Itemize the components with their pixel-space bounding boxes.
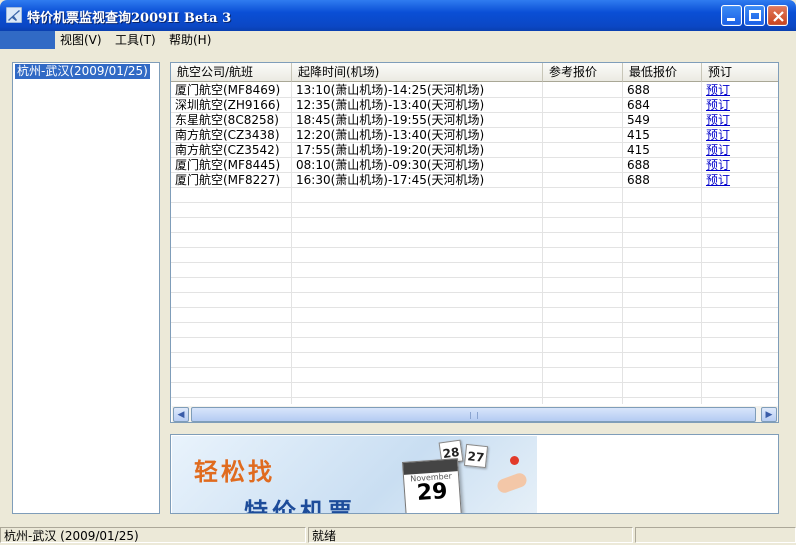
- column-header-book[interactable]: 预订: [702, 63, 778, 82]
- ad-slogan-line2: 特价机票: [244, 497, 356, 514]
- cell-time: 08:10(萧山机场)-09:30(天河机场): [296, 158, 485, 172]
- menu-bar: 视图(V) 工具(T) 帮助(H): [0, 31, 796, 49]
- tree-item-route[interactable]: 杭州-武汉(2009/01/25): [15, 64, 150, 79]
- book-link[interactable]: 预订: [702, 83, 778, 98]
- table-row[interactable]: 东星航空(8C8258) 18:45(萧山机场)-19:55(天河机场) 549 预订: [171, 113, 778, 128]
- cell-time: 17:55(萧山机场)-19:20(天河机场): [296, 143, 485, 157]
- status-extra: [635, 527, 796, 543]
- table-row[interactable]: 厦门航空(MF8445) 08:10(萧山机场)-09:30(天河机场) 688 预订: [171, 158, 778, 173]
- cell-ref-price: [543, 173, 623, 188]
- menu-tools[interactable]: 工具(T): [115, 32, 156, 48]
- cell-airline: 厦门航空(MF8445): [175, 158, 281, 172]
- grid-row-divider: [171, 232, 778, 233]
- grid-row-divider: [171, 277, 778, 278]
- column-header-time[interactable]: 起降时间(机场): [292, 63, 543, 82]
- title-bar[interactable]: 特价机票监视查询2009II Beta 3: [0, 0, 796, 31]
- cell-ref-price: [543, 113, 623, 128]
- grid-row-divider: [171, 202, 778, 203]
- book-link[interactable]: 预订: [702, 158, 778, 173]
- ad-slogan-line1: 轻松找: [194, 457, 275, 486]
- cell-airline: 厦门航空(MF8469): [175, 83, 281, 97]
- scroll-thumb[interactable]: [191, 407, 756, 422]
- close-icon: [773, 11, 784, 22]
- menu-view[interactable]: 视图(V): [60, 32, 102, 48]
- maximize-button[interactable]: [744, 5, 765, 26]
- cell-lowest-price: 688: [627, 83, 650, 97]
- status-state: 就绪: [308, 527, 633, 543]
- close-button[interactable]: [767, 5, 788, 26]
- status-route: 杭州-武汉 (2009/01/25): [0, 527, 306, 543]
- grid-row-divider: [171, 337, 778, 338]
- cell-time: 16:30(萧山机场)-17:45(天河机场): [296, 173, 485, 187]
- grid-row-divider: [171, 307, 778, 308]
- cell-lowest-price: 415: [627, 143, 650, 157]
- chevron-left-icon: ◀: [177, 410, 185, 420]
- column-header-lowest-price[interactable]: 最低报价: [623, 63, 702, 82]
- cell-airline: 深圳航空(ZH9166): [175, 98, 281, 112]
- cell-ref-price: [543, 158, 623, 173]
- book-link[interactable]: 预订: [702, 113, 778, 128]
- status-bar: 杭州-武汉 (2009/01/25) 就绪: [0, 524, 796, 545]
- minimize-button[interactable]: [721, 5, 742, 26]
- calendar-day: 29: [416, 478, 449, 507]
- menu-help[interactable]: 帮助(H): [169, 32, 211, 48]
- scroll-left-button[interactable]: ◀: [173, 407, 189, 422]
- horizontal-scrollbar[interactable]: ◀ ▶: [172, 405, 778, 422]
- grid-row-divider: [171, 352, 778, 353]
- grid-row-divider: [171, 382, 778, 383]
- flight-grid[interactable]: 航空公司/航班 起降时间(机场) 参考报价 最低报价 预订 厦门航空(MF846…: [170, 62, 779, 423]
- table-row[interactable]: 厦门航空(MF8469) 13:10(萧山机场)-14:25(天河机场) 688 预订: [171, 83, 778, 98]
- grid-row-divider: [171, 217, 778, 218]
- table-row[interactable]: 厦门航空(MF8227) 16:30(萧山机场)-17:45(天河机场) 688 预订: [171, 173, 778, 188]
- cell-lowest-price: 549: [627, 113, 650, 127]
- table-row[interactable]: 南方航空(CZ3438) 12:20(萧山机场)-13:40(天河机场) 415 预订: [171, 128, 778, 143]
- cell-lowest-price: 684: [627, 98, 650, 112]
- cell-airline: 东星航空(8C8258): [175, 113, 279, 127]
- airplane-app-icon: [6, 7, 22, 23]
- book-link[interactable]: 预订: [702, 98, 778, 113]
- column-header-airline[interactable]: 航空公司/航班: [171, 63, 292, 82]
- cell-ref-price: [543, 83, 623, 98]
- cell-time: 13:10(萧山机场)-14:25(天河机场): [296, 83, 485, 97]
- calendar-icon: November 29: [401, 458, 463, 513]
- cell-lowest-price: 688: [627, 173, 650, 187]
- book-link[interactable]: 预订: [702, 173, 778, 188]
- window-title: 特价机票监视查询2009II Beta 3: [27, 11, 232, 26]
- cell-time: 12:20(萧山机场)-13:40(天河机场): [296, 128, 485, 142]
- grid-row-divider: [171, 292, 778, 293]
- cell-ref-price: [543, 128, 623, 143]
- cell-airline: 南方航空(CZ3438): [175, 128, 280, 142]
- grid-row-divider: [171, 322, 778, 323]
- cell-airline: 南方航空(CZ3542): [175, 143, 280, 157]
- calendar-page-small: 27: [463, 443, 489, 469]
- column-header-ref-price[interactable]: 参考报价: [543, 63, 623, 82]
- chevron-right-icon: ▶: [765, 410, 773, 420]
- menu-highlight[interactable]: [0, 31, 55, 49]
- grid-row-divider: [171, 247, 778, 248]
- book-link[interactable]: 预订: [702, 128, 778, 143]
- cell-time: 18:45(萧山机场)-19:55(天河机场): [296, 113, 485, 127]
- ad-panel: 轻松找 特价机票 28 27 November 29: [170, 434, 779, 514]
- cell-time: 12:35(萧山机场)-13:40(天河机场): [296, 98, 485, 112]
- table-row[interactable]: 深圳航空(ZH9166) 12:35(萧山机场)-13:40(天河机场) 684 预订: [171, 98, 778, 113]
- book-link[interactable]: 预订: [702, 143, 778, 158]
- pin-icon: [510, 456, 519, 465]
- route-tree[interactable]: 杭州-武汉(2009/01/25): [12, 62, 160, 514]
- maximize-icon: [749, 10, 761, 21]
- grid-row-divider: [171, 397, 778, 398]
- cell-ref-price: [543, 98, 623, 113]
- grid-row-divider: [171, 262, 778, 263]
- minimize-icon: [727, 18, 735, 21]
- cell-lowest-price: 688: [627, 158, 650, 172]
- cell-airline: 厦门航空(MF8227): [175, 173, 281, 187]
- table-row[interactable]: 南方航空(CZ3542) 17:55(萧山机场)-19:20(天河机场) 415 预订: [171, 143, 778, 158]
- grid-row-divider: [171, 367, 778, 368]
- scroll-right-button[interactable]: ▶: [761, 407, 777, 422]
- cell-lowest-price: 415: [627, 128, 650, 142]
- ad-banner[interactable]: 轻松找 特价机票 28 27 November 29: [172, 436, 537, 514]
- grip-icon: [470, 412, 478, 419]
- cell-ref-price: [543, 143, 623, 158]
- hand-icon: [495, 471, 529, 495]
